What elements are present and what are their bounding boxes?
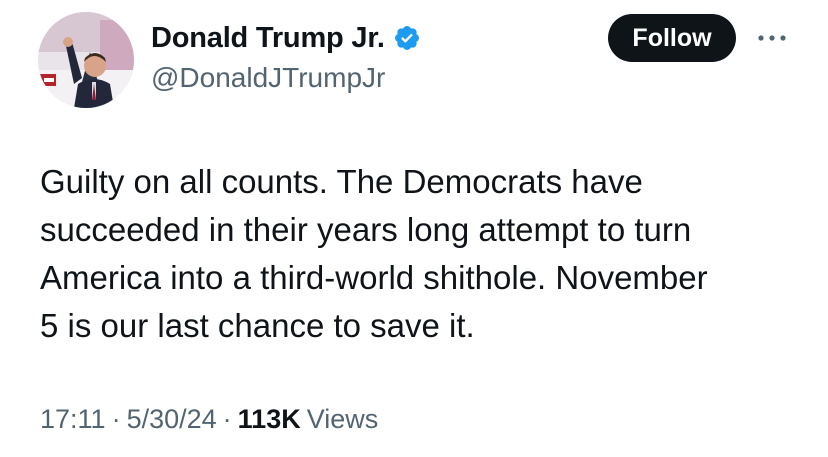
tweet-date[interactable]: 5/30/24 [127,404,217,435]
tweet-text-line: America into a third-world shithole. Nov… [40,259,708,296]
tweet-text-line: succeeded in their years long attempt to… [40,211,692,248]
tweet-text: Guilty on all counts. The Democrats have… [40,158,800,350]
more-horizontal-icon [758,35,786,41]
tweet-text-line: Guilty on all counts. The Democrats have [40,163,643,200]
meta-separator: · [222,404,232,434]
tweet-time[interactable]: 17:11 [40,404,106,435]
tweet-meta: 17:11 · 5/30/24 · 113K Views [40,404,378,435]
avatar-image [38,12,134,108]
meta-separator: · [111,404,121,434]
verified-badge-icon[interactable] [393,24,421,52]
author-display-name[interactable]: Donald Trump Jr. [151,22,385,55]
tweet-text-line: 5 is our last chance to save it. [40,307,475,344]
author-name-row: Donald Trump Jr. [151,20,421,56]
views-label[interactable]: Views [307,404,379,435]
author-handle[interactable]: @DonaldJTrumpJr [151,62,385,94]
avatar[interactable] [38,12,134,108]
views-count[interactable]: 113K [238,404,301,435]
follow-button[interactable]: Follow [608,14,736,62]
more-options-button[interactable] [754,24,790,52]
